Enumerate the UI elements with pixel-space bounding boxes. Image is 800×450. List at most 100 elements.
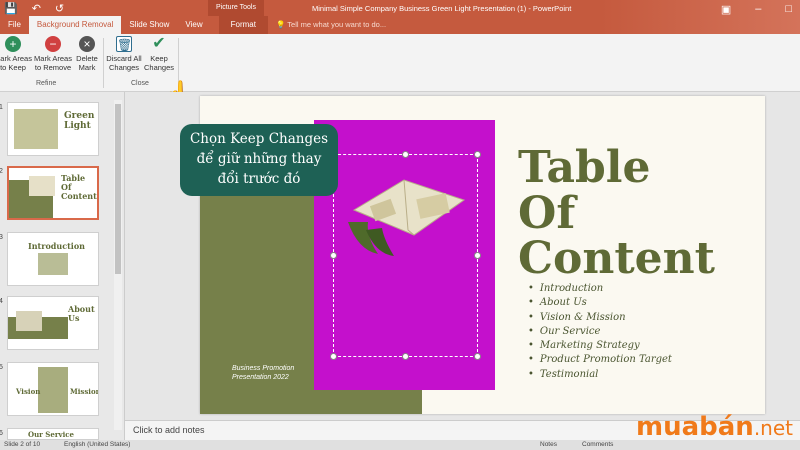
- thumb-title-line: Us: [68, 313, 80, 323]
- keep-changes-button[interactable]: ✔ Keep Changes: [143, 35, 175, 73]
- close-group-label: Close: [131, 80, 149, 87]
- toc-item: Vision & Mission: [528, 311, 672, 325]
- resize-handle[interactable]: [330, 353, 337, 360]
- comments-toggle[interactable]: Comments: [582, 441, 613, 448]
- slide-thumbnail-3[interactable]: Introduction: [7, 232, 99, 286]
- selection-box[interactable]: [330, 151, 481, 360]
- checkmark-icon: ✔: [152, 35, 166, 52]
- mark-areas-to-remove-button[interactable]: − Mark Areas to Remove: [32, 36, 74, 72]
- thumb-title-line: Content: [61, 191, 97, 201]
- discard-all-changes-button[interactable]: 🗑 Discard All Changes: [104, 36, 144, 72]
- discard-label1: Discard All: [106, 54, 142, 63]
- keep-label1: Keep: [150, 54, 168, 63]
- slide-thumbnail-1[interactable]: Green Light: [7, 102, 99, 156]
- tell-me-text: Tell me what you want to do...: [287, 20, 387, 29]
- tab-slide-show[interactable]: Slide Show: [121, 16, 177, 34]
- window-controls: ▣ – □: [721, 3, 792, 16]
- picture-tools-label: Picture Tools: [208, 0, 264, 16]
- tab-view[interactable]: View: [177, 16, 210, 34]
- minimize-icon[interactable]: –: [755, 3, 761, 16]
- thumb-number: 6: [0, 430, 3, 437]
- language-indicator[interactable]: English (United States): [64, 441, 130, 448]
- callout-line: để giữ những thay: [196, 151, 322, 167]
- thumb-title: Green Light: [64, 111, 94, 131]
- resize-handle[interactable]: [330, 252, 337, 259]
- tab-format[interactable]: Format: [218, 16, 268, 34]
- thumb-title: Mission: [70, 387, 99, 396]
- refine-group-label: Refine: [36, 80, 57, 87]
- thumb-title: Introduction: [28, 241, 85, 251]
- callout-line: đổi trước đó: [217, 171, 301, 187]
- thumb-title-line: Light: [64, 121, 91, 131]
- slide-counter: Slide 2 of 10: [4, 441, 41, 448]
- notes-placeholder: Click to add notes: [133, 425, 205, 435]
- mark-remove-label2: to Remove: [34, 63, 72, 72]
- brand-tld: .net: [753, 416, 793, 440]
- plus-circle-icon: +: [5, 36, 21, 52]
- thumb-photo: [38, 367, 68, 413]
- window-title: Minimal Simple Company Business Green Li…: [312, 4, 572, 13]
- instruction-callout: Chọn Keep Changes để giữ những thay đổi …: [180, 124, 338, 196]
- slide-thumbnail-pane: 1 Green Light 2 Table Of Content 3 Intro…: [0, 92, 125, 440]
- slide-thumbnail-2[interactable]: Table Of Content: [7, 166, 99, 220]
- slide-title-line3: Content: [518, 233, 715, 284]
- mark-keep-label1: Mark Areas: [0, 54, 32, 63]
- promo-line: Presentation 2022: [232, 374, 289, 381]
- toc-item: Marketing Strategy: [528, 339, 672, 353]
- mark-keep-label2: to Keep: [0, 63, 26, 72]
- discard-label2: Changes: [108, 63, 140, 72]
- slide-thumbnail-5[interactable]: Vision Mission: [7, 362, 99, 416]
- mark-remove-label1: Mark Areas: [34, 54, 72, 63]
- slide-title-line1: Table: [518, 142, 651, 193]
- brand-name: muabán: [636, 412, 754, 442]
- brand-watermark: muabán.net: [636, 412, 793, 442]
- promo-text: Business Promotion Presentation 2022: [232, 364, 294, 382]
- redo-icon[interactable]: ↺: [55, 2, 64, 15]
- toc-item: Product Promotion Target: [528, 353, 672, 367]
- thumb-photo: [38, 253, 68, 275]
- thumb-number: 1: [0, 104, 3, 111]
- delete-mark-button[interactable]: × Delete Mark: [74, 36, 100, 72]
- thumb-number: 2: [0, 168, 3, 175]
- tab-background-removal[interactable]: Background Removal: [28, 16, 122, 34]
- thumb-number: 4: [0, 298, 3, 305]
- thumb-title: Table Of Content: [61, 174, 97, 201]
- promo-line: Business Promotion: [232, 365, 295, 372]
- resize-handle[interactable]: [474, 252, 481, 259]
- slide-title-line2: Of: [518, 188, 576, 239]
- thumb-title: Vision: [16, 387, 41, 396]
- thumb-number: 5: [0, 364, 3, 371]
- maximize-icon[interactable]: □: [785, 3, 792, 16]
- table-of-content-list: Introduction About Us Vision & Mission O…: [528, 282, 672, 382]
- delete-mark-icon: ×: [79, 36, 95, 52]
- resize-handle[interactable]: [474, 151, 481, 158]
- toc-item: About Us: [528, 296, 672, 310]
- resize-handle[interactable]: [402, 353, 409, 360]
- scrollbar-thumb[interactable]: [115, 104, 121, 274]
- slide-thumbnail-4[interactable]: About Us: [7, 296, 99, 350]
- thumb-title: Our Service: [28, 430, 74, 439]
- toc-item: Testimonial: [528, 368, 672, 382]
- thumb-number: 3: [0, 234, 3, 241]
- resize-handle[interactable]: [474, 353, 481, 360]
- resize-handle[interactable]: [402, 151, 409, 158]
- thumb-photo: [14, 109, 58, 149]
- thumb-photo: [29, 176, 55, 196]
- mark-areas-to-keep-button[interactable]: + Mark Areas to Keep: [0, 36, 32, 72]
- delete-mark-label1: Delete: [76, 54, 98, 63]
- trash-icon: 🗑: [116, 36, 133, 52]
- delete-mark-label2: Mark: [78, 63, 96, 72]
- tab-file[interactable]: File: [0, 16, 29, 34]
- ribbon: + Mark Areas to Keep − Mark Areas to Rem…: [0, 34, 800, 92]
- ribbon-options-icon[interactable]: ▣: [721, 3, 731, 16]
- thumb-title: About Us: [68, 305, 95, 323]
- callout-line: Chọn Keep Changes: [189, 131, 329, 147]
- thumbnail-scrollbar[interactable]: [114, 100, 122, 430]
- slide-thumbnail-6[interactable]: Our Service: [7, 428, 99, 440]
- save-icon[interactable]: 💾: [4, 2, 18, 15]
- undo-icon[interactable]: ↶: [32, 2, 41, 15]
- thumb-title-line: Green: [64, 111, 95, 121]
- minus-circle-icon: −: [45, 36, 61, 52]
- notes-toggle[interactable]: Notes: [540, 441, 557, 448]
- tell-me-box[interactable]: 💡 Tell me what you want to do...: [276, 20, 386, 29]
